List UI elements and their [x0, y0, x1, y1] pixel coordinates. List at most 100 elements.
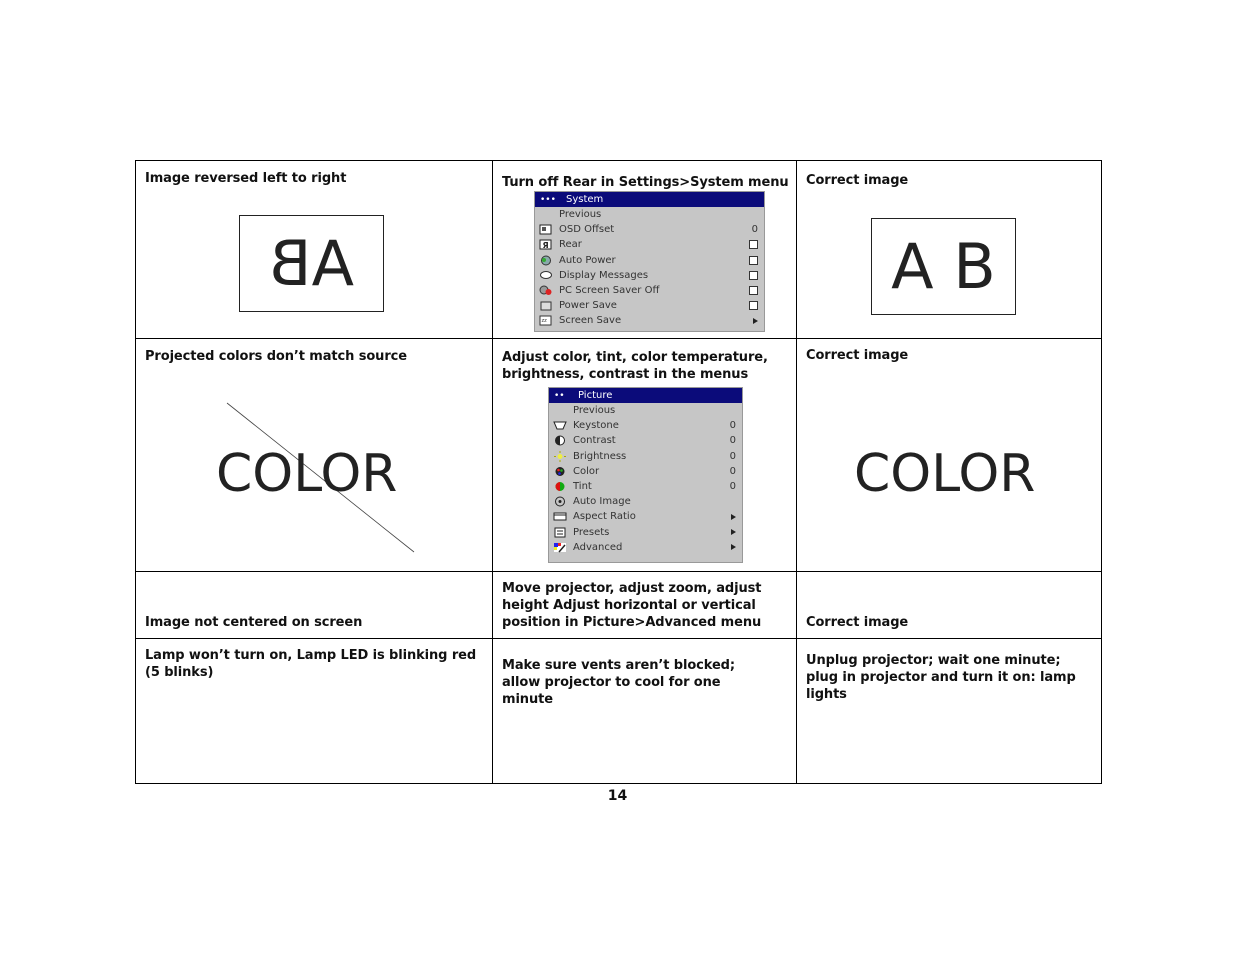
menu-item-brightness[interactable]: Brightness 0	[549, 449, 742, 464]
submenu-arrow-icon	[753, 317, 758, 324]
menu-item-presets[interactable]: Presets	[549, 525, 742, 540]
submenu-arrow-icon	[731, 513, 736, 520]
menu-item-checkbox[interactable]	[749, 240, 758, 250]
menu-item-advanced[interactable]: Advanced	[549, 540, 742, 555]
menu-item-label: Power Save	[559, 300, 617, 312]
menu-item-keystone[interactable]: Keystone 0	[549, 418, 742, 433]
menu-level-dots: •••	[540, 194, 556, 205]
color-icon	[553, 466, 567, 477]
menu-item-label: Screen Save	[559, 315, 622, 327]
auto-power-icon	[539, 255, 553, 266]
screen-save-icon: zz	[539, 315, 553, 326]
contrast-icon	[553, 435, 567, 446]
menu-item-value: 0	[729, 450, 736, 462]
menu-header: •• Picture	[549, 388, 742, 403]
menu-item-power-save[interactable]: Power Save	[535, 298, 764, 313]
correct-text: A B	[891, 230, 996, 303]
menu-item-color[interactable]: Color 0	[549, 464, 742, 479]
menu-item-screen-save[interactable]: zz Screen Save	[535, 313, 764, 328]
power-save-icon	[539, 300, 553, 311]
menu-item-value: 0	[751, 224, 758, 236]
menu-title: System	[566, 194, 604, 205]
menu-item-aspect-ratio[interactable]: Aspect Ratio	[549, 509, 742, 524]
submenu-arrow-icon	[731, 544, 736, 551]
row-divider	[136, 338, 1101, 339]
blank-icon	[539, 209, 553, 220]
menu-item-checkbox[interactable]	[749, 255, 758, 265]
menu-title: Picture	[578, 390, 613, 401]
solution-text: Make sure vents aren’t blocked; allow pr…	[502, 658, 735, 707]
column-divider	[492, 161, 493, 783]
menu-item-label: Display Messages	[559, 269, 649, 281]
menu-item-auto-power[interactable]: Auto Power	[535, 253, 764, 268]
solution-text: Move projector, adjust zoom, adjust heig…	[502, 581, 762, 630]
menu-item-label: Previous	[573, 405, 616, 417]
menu-item-checkbox[interactable]	[749, 270, 758, 280]
pc-screen-saver-icon	[539, 285, 553, 296]
menu-item-label: OSD Offset	[559, 224, 615, 236]
menu-item-label: PC Screen Saver Off	[559, 285, 660, 297]
result-text: Correct image	[806, 173, 909, 188]
menu-item-auto-image[interactable]: Auto Image	[549, 494, 742, 509]
blank-icon	[553, 405, 567, 416]
menu-item-checkbox[interactable]	[749, 286, 758, 296]
menu-item-previous[interactable]: Previous	[535, 207, 764, 222]
menu-item-label: Previous	[559, 209, 602, 221]
menu-item-label: Rear	[559, 239, 582, 251]
menu-item-value: 0	[729, 435, 736, 447]
solution-text: Adjust color, tint, color temperature, b…	[502, 350, 768, 382]
troubleshooting-table: Image reversed left to right AB Turn off…	[135, 160, 1102, 784]
problem-text: Image reversed left to right	[145, 171, 347, 186]
brightness-icon	[553, 450, 567, 462]
row-divider	[136, 571, 1101, 572]
menu-header: ••• System	[535, 192, 764, 207]
solution-text: Turn off Rear in Settings>System menu	[502, 175, 789, 190]
menu-item-value: 0	[729, 465, 736, 477]
result-text: Correct image	[806, 348, 909, 363]
menu-item-osd-offset[interactable]: OSD Offset 0	[535, 222, 764, 237]
menu-item-display-messages[interactable]: Display Messages	[535, 268, 764, 283]
menu-item-label: Color	[573, 465, 600, 477]
auto-image-icon	[553, 496, 567, 507]
rear-icon: Я	[539, 239, 553, 250]
presets-icon	[553, 527, 567, 538]
menu-item-label: Tint	[573, 481, 592, 493]
problem-text: Projected colors don’t match source	[145, 349, 407, 364]
correct-image-example: A B	[871, 218, 1016, 315]
svg-text:zz: zz	[542, 318, 548, 324]
menu-item-label: Aspect Ratio	[573, 511, 636, 523]
tint-icon	[553, 481, 567, 492]
correct-color-word: COLOR	[854, 444, 1036, 504]
menu-item-rear[interactable]: Я Rear	[535, 237, 764, 252]
picture-menu: •• Picture Previous Keystone 0 Contrast 0 Bri…	[548, 387, 743, 563]
system-menu: ••• System Previous OSD Offset 0 Я Rear Auto …	[534, 191, 765, 332]
aspect-ratio-icon	[553, 511, 567, 522]
result-text: Correct image	[806, 615, 909, 630]
osd-offset-icon	[539, 224, 553, 235]
problem-text: Lamp won’t turn on, Lamp LED is blinking…	[145, 648, 477, 680]
reversed-image-example: AB	[239, 215, 384, 312]
menu-item-label: Keystone	[573, 420, 619, 432]
menu-item-value: 0	[729, 481, 736, 493]
menu-item-tint[interactable]: Tint 0	[549, 479, 742, 494]
menu-item-pc-screen-saver-off[interactable]: PC Screen Saver Off	[535, 283, 764, 298]
display-messages-icon	[539, 270, 553, 281]
mirrored-text: AB	[269, 227, 354, 300]
svg-text:Я: Я	[543, 241, 549, 250]
submenu-arrow-icon	[731, 529, 736, 536]
menu-item-value: 0	[729, 420, 736, 432]
page-number: 14	[607, 788, 628, 804]
result-text: Unplug projector; wait one minute; plug …	[806, 653, 1076, 702]
menu-item-label: Contrast	[573, 435, 616, 447]
advanced-icon	[553, 542, 567, 553]
menu-item-label: Presets	[573, 526, 610, 538]
menu-item-label: Advanced	[573, 541, 623, 553]
keystone-icon	[553, 420, 567, 431]
problem-text: Image not centered on screen	[145, 615, 363, 630]
row-divider	[136, 638, 1101, 639]
menu-item-contrast[interactable]: Contrast 0	[549, 433, 742, 448]
distorted-color-word: COLOR	[216, 444, 398, 504]
menu-item-previous[interactable]: Previous	[549, 403, 742, 418]
menu-item-checkbox[interactable]	[749, 301, 758, 311]
menu-item-label: Brightness	[573, 450, 627, 462]
